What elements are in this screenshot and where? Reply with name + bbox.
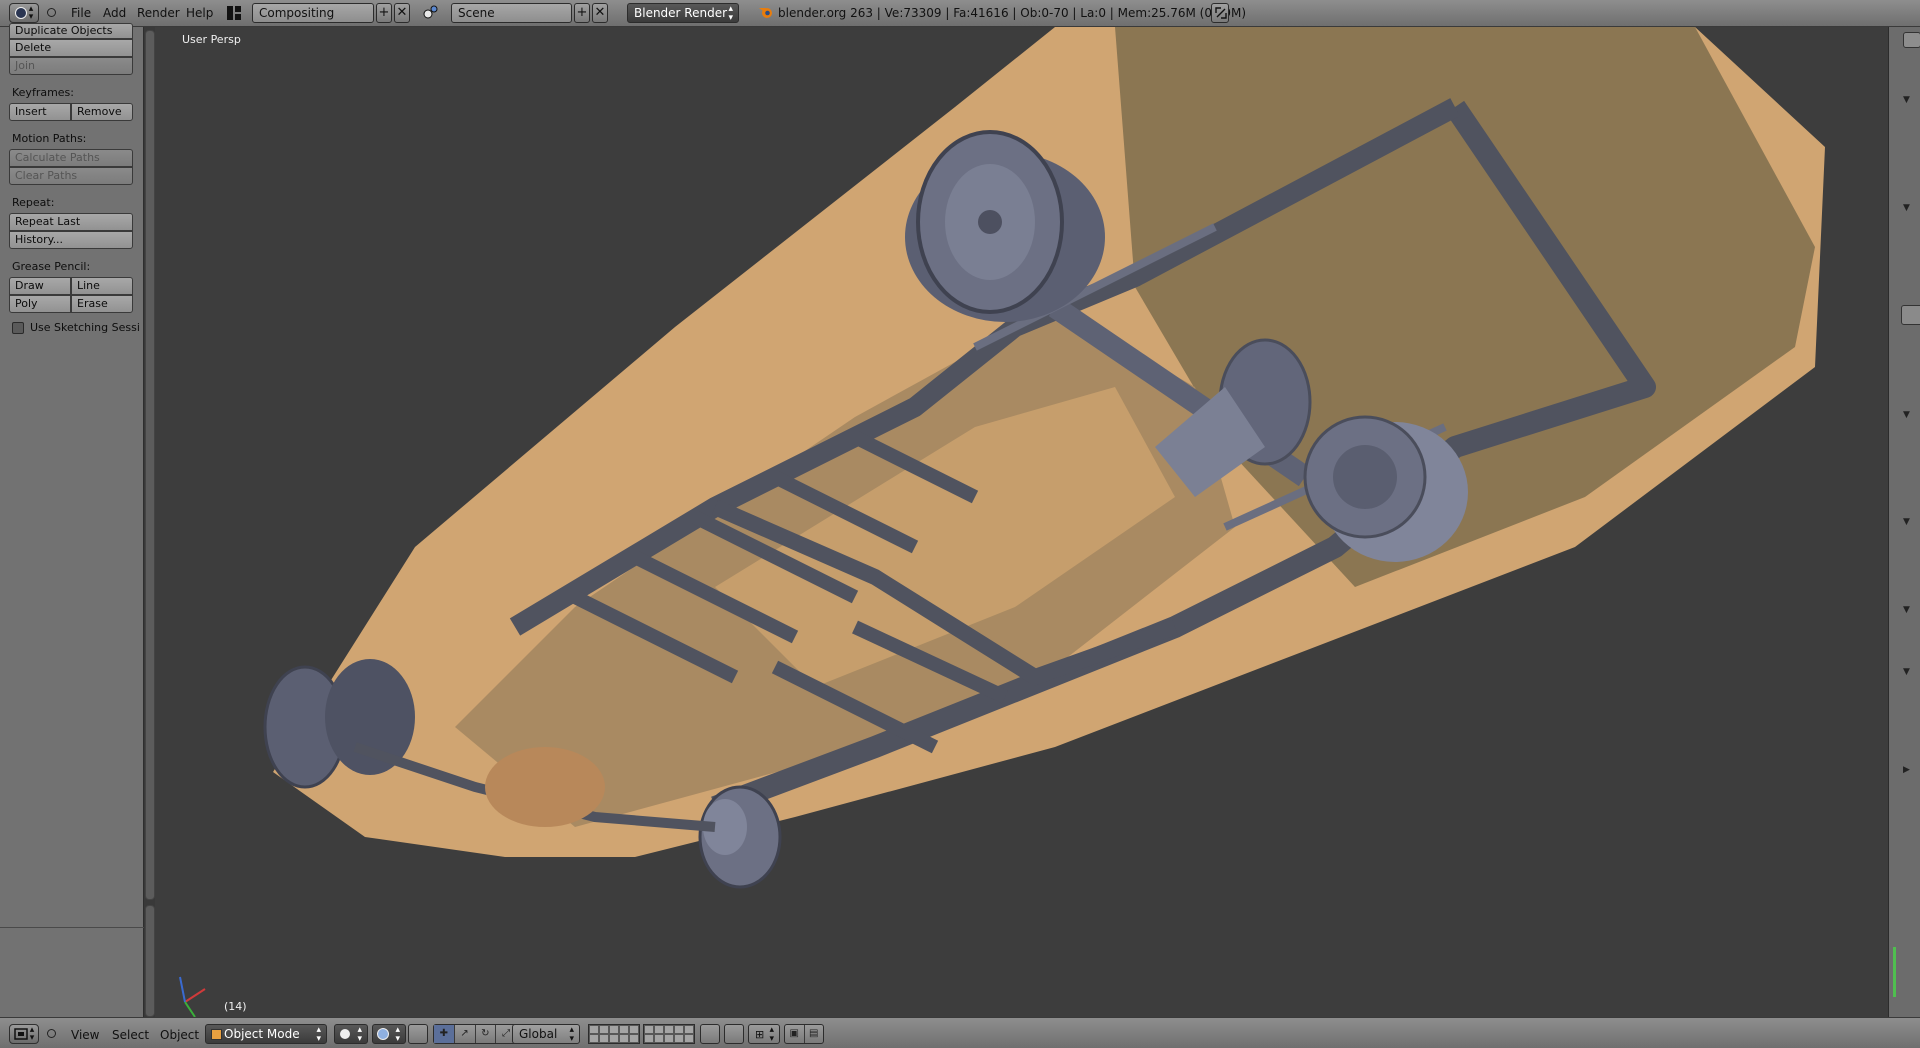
properties-toggle-icon[interactable] bbox=[1903, 32, 1920, 48]
region-scroll-indicator bbox=[1893, 947, 1896, 997]
panel-collapse-icon[interactable]: ▼ bbox=[1903, 667, 1910, 677]
erase-button[interactable]: Erase bbox=[71, 295, 133, 313]
dropdown-arrows-icon: ▴ ▾ bbox=[395, 1025, 400, 1044]
fullscreen-toggle-icon[interactable] bbox=[1211, 3, 1229, 23]
blender-logo-icon bbox=[758, 3, 774, 23]
solid-shading-icon bbox=[340, 1029, 350, 1039]
manipulate-center-points-button[interactable] bbox=[408, 1024, 428, 1044]
clear-paths-button[interactable]: Clear Paths bbox=[9, 167, 133, 185]
panel-collapse-icon[interactable]: ▼ bbox=[1903, 203, 1910, 213]
delete-scene-button[interactable]: ✕ bbox=[592, 3, 608, 23]
calculate-paths-button[interactable]: Calculate Paths bbox=[9, 149, 133, 167]
panel-tab-button[interactable] bbox=[1901, 305, 1920, 325]
menu-file[interactable]: File bbox=[67, 4, 95, 22]
tool-shelf: Duplicate Objects Delete Join Keyframes:… bbox=[0, 23, 144, 1017]
shelf-divider bbox=[0, 927, 144, 928]
editor-type-button[interactable]: ▴ ▾ bbox=[9, 1024, 39, 1044]
screen-layout-field[interactable]: Compositing bbox=[252, 3, 374, 23]
line-button[interactable]: Line bbox=[71, 277, 133, 295]
sketching-checkbox-label: Use Sketching Sessio bbox=[30, 321, 140, 334]
mode-label: Object Mode bbox=[224, 1027, 300, 1041]
panel-collapse-icon[interactable]: ▼ bbox=[1903, 605, 1910, 615]
panel-collapse-icon[interactable]: ▼ bbox=[1903, 517, 1910, 527]
info-header: ▴ ▾ File Add Render Help Compositing + ✕ … bbox=[0, 0, 1920, 27]
info-icon bbox=[14, 7, 27, 19]
layers-grid-2[interactable] bbox=[643, 1024, 695, 1044]
collapse-menu-icon[interactable] bbox=[47, 8, 56, 17]
viewport-shading-dropdown[interactable]: ▴ ▾ bbox=[334, 1024, 368, 1044]
pivot-icon bbox=[377, 1028, 389, 1040]
panel-collapse-icon[interactable]: ▼ bbox=[1903, 95, 1910, 105]
menu-add[interactable]: Add bbox=[99, 4, 130, 22]
layers-grid-1[interactable] bbox=[588, 1024, 640, 1044]
3d-view-icon bbox=[13, 1028, 28, 1040]
menu-help[interactable]: Help bbox=[182, 4, 217, 22]
3d-view-header: ▴ ▾ View Select Object Object Mode ▴ ▾ ▴ ▾ … bbox=[0, 1017, 1920, 1048]
mode-dropdown[interactable]: Object Mode ▴ ▾ bbox=[205, 1024, 327, 1044]
render-engine-label: Blender Render bbox=[634, 6, 728, 20]
object-mode-icon bbox=[211, 1029, 222, 1040]
view-perspective-label: User Persp bbox=[182, 33, 241, 46]
dropdown-arrows-icon: ▴ ▾ bbox=[728, 4, 733, 23]
updown-arrows-icon: ▴ ▾ bbox=[29, 1025, 35, 1043]
dropdown-arrows-icon: ▴ ▾ bbox=[316, 1025, 321, 1044]
tool-shelf-lower-scrollbar[interactable] bbox=[145, 905, 155, 1017]
screen-layout-icon[interactable] bbox=[226, 3, 242, 23]
join-button[interactable]: Join bbox=[9, 57, 133, 75]
duplicate-objects-button[interactable]: Duplicate Objects bbox=[9, 23, 133, 39]
lock-layers-icon[interactable] bbox=[700, 1024, 720, 1044]
scene-icon[interactable] bbox=[422, 3, 440, 23]
draw-button[interactable]: Draw bbox=[9, 277, 71, 295]
pivot-point-dropdown[interactable]: ▴ ▾ bbox=[372, 1024, 406, 1044]
snap-element-dropdown[interactable]: ⊞ ▴ ▾ bbox=[748, 1024, 780, 1044]
panel-collapse-icon[interactable]: ▼ bbox=[1903, 410, 1910, 420]
collapse-menu-icon[interactable] bbox=[47, 1029, 56, 1038]
properties-region-tabs: ▼ ▼ ▼ ▼ ▼ ▼ ▶ bbox=[1888, 27, 1920, 1017]
menu-view[interactable]: View bbox=[67, 1026, 103, 1044]
editor-type-button[interactable]: ▴ ▾ bbox=[9, 3, 39, 23]
poly-button[interactable]: Poly bbox=[9, 295, 71, 313]
tool-shelf-scrollbar[interactable] bbox=[145, 30, 155, 900]
delete-screen-button[interactable]: ✕ bbox=[394, 3, 410, 23]
axis-gizmo bbox=[179, 976, 206, 1017]
transform-orientation-dropdown[interactable]: Global ▴ ▾ bbox=[512, 1024, 580, 1044]
frame-number-label: (14) bbox=[224, 1000, 247, 1013]
panel-expand-icon[interactable]: ▶ bbox=[1903, 765, 1910, 775]
manipulator-toggle-icon[interactable]: ✚ bbox=[434, 1025, 455, 1043]
repeat-last-button[interactable]: Repeat Last bbox=[9, 213, 133, 231]
motion-paths-label: Motion Paths: bbox=[12, 132, 87, 145]
render-engine-dropdown[interactable]: Blender Render ▴ ▾ bbox=[627, 3, 739, 23]
rotate-manipulator-icon[interactable]: ↻ bbox=[476, 1025, 497, 1043]
sketching-checkbox[interactable] bbox=[12, 322, 24, 334]
add-screen-button[interactable]: + bbox=[376, 3, 392, 23]
menu-object[interactable]: Object bbox=[156, 1026, 203, 1044]
snap-icon: ⊞ bbox=[755, 1028, 765, 1041]
dropdown-arrows-icon: ▴ ▾ bbox=[569, 1025, 574, 1044]
translate-manipulator-icon[interactable]: ↗ bbox=[455, 1025, 476, 1043]
scene-field[interactable]: Scene bbox=[451, 3, 572, 23]
menu-render[interactable]: Render bbox=[133, 4, 184, 22]
manipulator-group: ✚ ↗ ↻ ⤢ bbox=[433, 1024, 517, 1044]
history-button[interactable]: History... bbox=[9, 231, 133, 249]
render-buttons-group: ▣ ▤ bbox=[784, 1024, 824, 1044]
scene-statistics: blender.org 263 | Ve:73309 | Fa:41616 | … bbox=[778, 6, 1247, 20]
orientation-label: Global bbox=[519, 1027, 558, 1041]
insert-keyframe-button[interactable]: Insert bbox=[9, 103, 71, 121]
menu-select[interactable]: Select bbox=[108, 1026, 153, 1044]
remove-keyframe-button[interactable]: Remove bbox=[71, 103, 133, 121]
updown-arrows-icon: ▴ ▾ bbox=[28, 4, 34, 22]
proportional-editing-icon[interactable] bbox=[724, 1024, 744, 1044]
grease-pencil-label: Grease Pencil: bbox=[12, 260, 91, 273]
dropdown-arrows-icon: ▴ ▾ bbox=[769, 1025, 774, 1044]
repeat-label: Repeat: bbox=[12, 196, 55, 209]
render-animation-icon[interactable]: ▤ bbox=[805, 1025, 824, 1043]
3d-viewport[interactable] bbox=[155, 27, 1888, 1017]
car-model-render bbox=[179, 27, 1825, 1017]
delete-button[interactable]: Delete bbox=[9, 39, 133, 57]
dropdown-arrows-icon: ▴ ▾ bbox=[357, 1025, 362, 1044]
add-scene-button[interactable]: + bbox=[574, 3, 590, 23]
render-still-icon[interactable]: ▣ bbox=[785, 1025, 805, 1043]
keyframes-label: Keyframes: bbox=[12, 86, 74, 99]
